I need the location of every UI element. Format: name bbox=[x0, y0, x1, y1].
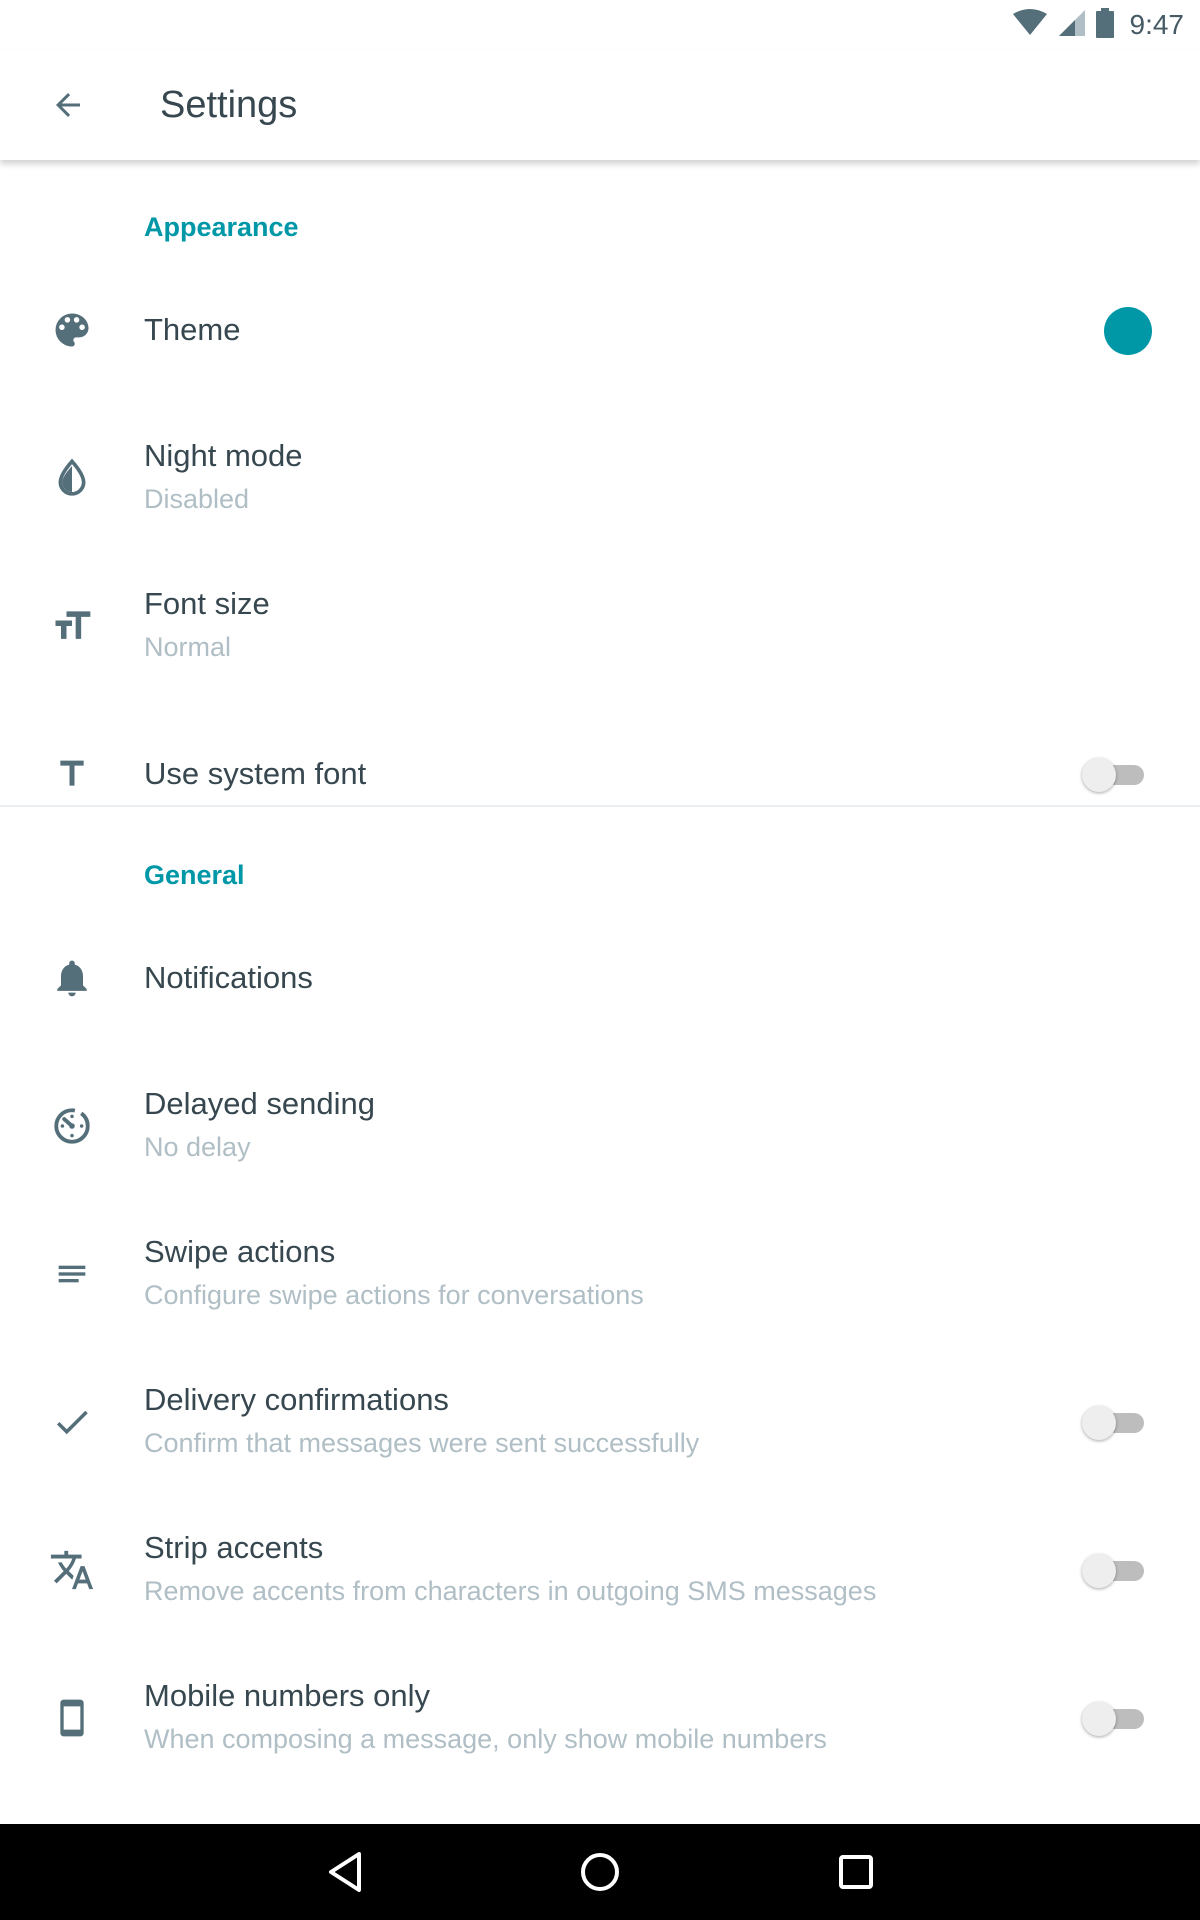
system-nav-bar bbox=[0, 1824, 1200, 1920]
translate-icon bbox=[48, 1546, 96, 1594]
setting-summary: Configure swipe actions for conversation… bbox=[144, 1280, 644, 1310]
back-button[interactable] bbox=[40, 77, 96, 133]
status-bar: 9:47 bbox=[0, 0, 1200, 50]
setting-title: Swipe actions bbox=[144, 1234, 336, 1269]
switch-thumb bbox=[1082, 758, 1116, 792]
section-divider bbox=[0, 805, 1200, 807]
switch-thumb bbox=[1082, 1554, 1116, 1588]
setting-title: Mobile numbers only bbox=[144, 1678, 431, 1713]
back-triangle-icon bbox=[329, 1852, 361, 1892]
section-header-appearance: Appearance bbox=[144, 212, 299, 242]
page-title: Settings bbox=[160, 84, 298, 126]
setting-theme[interactable]: Theme bbox=[0, 256, 1200, 404]
setting-title: Theme bbox=[144, 312, 241, 347]
setting-title: Delayed sending bbox=[144, 1086, 375, 1121]
nav-recents-button[interactable] bbox=[826, 1842, 886, 1902]
setting-summary: Confirm that messages were sent successf… bbox=[144, 1428, 700, 1458]
setting-strip-accents[interactable]: Strip accents Remove accents from charac… bbox=[0, 1496, 1200, 1644]
mobile-numbers-only-switch[interactable] bbox=[1082, 1702, 1146, 1736]
palette-icon bbox=[48, 306, 96, 354]
phone-icon bbox=[48, 1694, 96, 1742]
setting-mobile-numbers-only[interactable]: Mobile numbers only When composing a mes… bbox=[0, 1644, 1200, 1792]
delivery-confirmations-switch[interactable] bbox=[1082, 1406, 1146, 1440]
font-size-icon bbox=[48, 602, 96, 650]
setting-title: Use system font bbox=[144, 756, 367, 791]
setting-night-mode[interactable]: Night mode Disabled bbox=[0, 404, 1200, 552]
nav-home-button[interactable] bbox=[570, 1842, 630, 1902]
strip-accents-switch[interactable] bbox=[1082, 1554, 1146, 1588]
setting-title: Delivery confirmations bbox=[144, 1382, 449, 1417]
system-font-switch[interactable] bbox=[1082, 758, 1146, 792]
battery-icon bbox=[1095, 7, 1114, 43]
switch-thumb bbox=[1082, 1702, 1116, 1736]
setting-title: Strip accents bbox=[144, 1530, 324, 1565]
bell-icon bbox=[48, 954, 96, 1002]
theme-color-swatch bbox=[1104, 307, 1152, 355]
night-mode-icon bbox=[48, 454, 96, 502]
setting-summary: Normal bbox=[144, 632, 232, 662]
setting-title: Font size bbox=[144, 586, 270, 621]
status-time: 9:47 bbox=[1129, 9, 1185, 40]
setting-summary: Disabled bbox=[144, 484, 250, 514]
timer-icon bbox=[48, 1102, 96, 1150]
swipe-lines-icon bbox=[48, 1250, 96, 1298]
home-circle-icon bbox=[581, 1853, 619, 1891]
text-icon bbox=[48, 750, 96, 798]
setting-title: Night mode bbox=[144, 438, 303, 473]
section-header-general: General bbox=[144, 860, 245, 890]
setting-use-system-font[interactable]: Use system font bbox=[0, 700, 1200, 848]
back-arrow-icon bbox=[56, 93, 80, 117]
wifi-icon bbox=[1012, 8, 1048, 42]
setting-delayed-sending[interactable]: Delayed sending No delay bbox=[0, 1052, 1200, 1200]
setting-summary: When composing a message, only show mobi… bbox=[144, 1724, 827, 1754]
check-icon bbox=[48, 1398, 96, 1446]
setting-summary: No delay bbox=[144, 1132, 251, 1162]
setting-font-size[interactable]: Font size Normal bbox=[0, 552, 1200, 700]
setting-title: Notifications bbox=[144, 960, 313, 995]
app-bar: Settings bbox=[0, 50, 1200, 160]
recents-square-icon bbox=[839, 1855, 873, 1889]
status-icons: 9:47 bbox=[1012, 7, 1185, 43]
settings-list[interactable]: Appearance Theme Night mode Disabled Fon… bbox=[0, 160, 1200, 1824]
setting-delivery-confirmations[interactable]: Delivery confirmations Confirm that mess… bbox=[0, 1348, 1200, 1496]
cell-signal-icon bbox=[1058, 9, 1086, 42]
setting-swipe-actions[interactable]: Swipe actions Configure swipe actions fo… bbox=[0, 1200, 1200, 1348]
nav-back-button[interactable] bbox=[315, 1842, 375, 1902]
setting-notifications[interactable]: Notifications bbox=[0, 904, 1200, 1052]
switch-thumb bbox=[1082, 1406, 1116, 1440]
setting-summary: Remove accents from characters in outgoi… bbox=[144, 1576, 877, 1606]
